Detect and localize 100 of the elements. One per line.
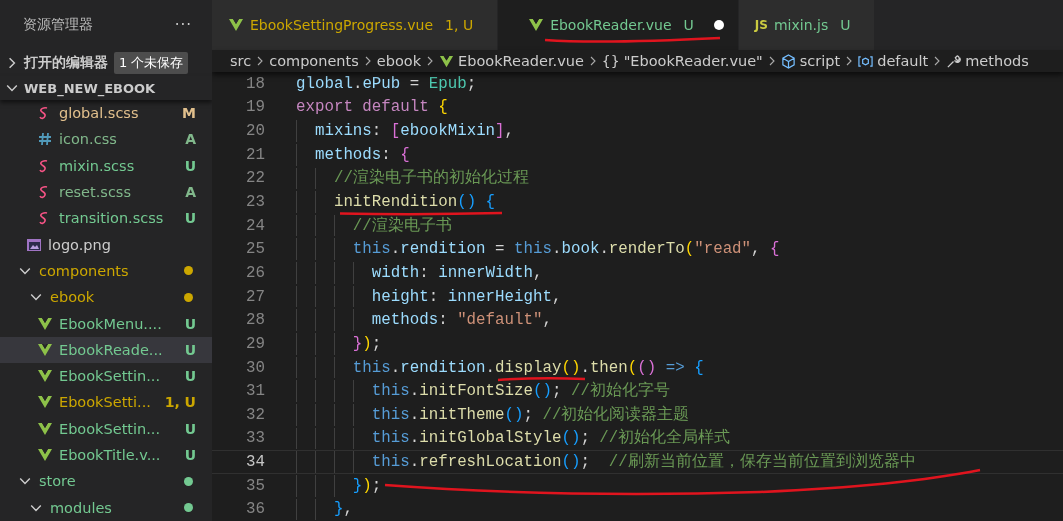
line-number: 34 — [245, 453, 265, 472]
line-number: 33 — [245, 429, 265, 448]
code-token: "default" — [457, 311, 543, 330]
code-token: : — [419, 263, 430, 282]
code-token: : — [371, 122, 383, 141]
line-number: 27 — [245, 287, 265, 306]
vue-icon — [228, 17, 244, 33]
code-token: ; — [580, 453, 590, 472]
code-token: : — [381, 145, 392, 164]
tree-item[interactable]: EbookSetti... 1, U — [0, 389, 212, 416]
open-editors-header[interactable]: 打开的编辑器 1 个未保存 — [0, 50, 212, 76]
tree-item[interactable]: EbookTitle.v... U — [0, 441, 212, 469]
code-token: () — [561, 453, 581, 472]
code-token: methods — [314, 145, 382, 164]
code-token: ; — [466, 74, 477, 93]
code-token: methods — [371, 311, 439, 330]
code-token: ( — [684, 240, 695, 259]
code-token: ) — [362, 476, 372, 495]
code-token: //初始化全局样式 — [598, 429, 731, 448]
code-token: . — [409, 382, 420, 401]
unsaved-dot-icon[interactable] — [713, 20, 724, 30]
image-icon — [26, 236, 42, 253]
breadcrumb-item[interactable]: script — [799, 53, 841, 69]
git-status: U — [184, 315, 196, 332]
breadcrumb-item[interactable]: default — [877, 53, 929, 69]
tree-item[interactable]: ebook — [0, 284, 212, 311]
line-number: 28 — [245, 311, 265, 330]
line-number: 30 — [245, 358, 265, 377]
code-token: , — [343, 500, 353, 519]
tree-item[interactable]: transition.scss U — [0, 205, 212, 232]
code-token: ) — [362, 334, 372, 353]
code-token: innerHeight — [447, 287, 552, 306]
code-token: //初始化阅读器主题 — [541, 405, 690, 424]
tree-item[interactable]: logo.png — [0, 231, 212, 258]
breadcrumb-item[interactable]: methods — [965, 53, 1029, 69]
git-status: U — [184, 368, 196, 385]
tree-item[interactable]: EbookReade... U — [0, 336, 212, 363]
js-icon: JS — [754, 18, 768, 32]
vue-icon — [528, 17, 545, 33]
line-number: 22 — [245, 169, 265, 188]
git-status: U — [184, 341, 196, 358]
tree-item[interactable]: components — [0, 257, 212, 285]
line-number: 32 — [245, 405, 265, 424]
variable-icon — [858, 53, 874, 69]
tree-item[interactable]: store — [0, 468, 212, 495]
code-token: //初始化字号 — [569, 382, 670, 401]
code-token: ; — [580, 429, 590, 448]
editor-tab[interactable]: EbookSettingProgress.vue 1, U — [212, 0, 499, 50]
git-status: A — [185, 184, 196, 201]
tree-item[interactable]: icon.css A — [0, 126, 212, 153]
code-token: () { — [457, 193, 496, 211]
code-token: this — [371, 405, 410, 424]
more-actions-button[interactable]: ··· — [174, 16, 192, 34]
tree-item[interactable]: global.scss M — [0, 100, 212, 127]
line-number: 23 — [245, 193, 265, 211]
code-token: rendition — [400, 358, 486, 377]
tree-item[interactable]: EbookSettin... U — [0, 362, 212, 390]
tree-item[interactable]: EbookMenu.... U — [0, 310, 212, 337]
code-token: global — [296, 74, 353, 93]
code-token: . — [485, 358, 496, 377]
code-token: //渲染电子书 — [352, 216, 452, 235]
code-token: . — [390, 240, 401, 259]
line-number: 19 — [245, 98, 265, 117]
code-token: this — [352, 240, 391, 259]
line-number: 36 — [245, 500, 265, 519]
vue-icon — [439, 53, 455, 69]
code-token: , — [533, 263, 543, 282]
breadcrumb-item[interactable]: ebook — [376, 53, 422, 69]
breadcrumb-item[interactable]: EbookReader.vue — [458, 53, 584, 69]
git-status: U — [184, 157, 196, 174]
code-token: "read" — [694, 240, 752, 259]
breadcrumb-item[interactable]: src — [230, 53, 252, 69]
code-token: height — [371, 287, 429, 306]
editor-tab[interactable]: JS mixin.js U — [738, 0, 876, 50]
git-status: U — [840, 17, 851, 33]
tree-item[interactable]: reset.scss A — [0, 178, 212, 206]
code-token: then — [589, 358, 628, 377]
code-token: initRendition — [333, 193, 458, 211]
tree-item[interactable]: EbookSettin... U — [0, 415, 212, 442]
code-token: book — [561, 240, 600, 259]
code-token: ; — [551, 382, 562, 401]
code-token: this — [514, 240, 552, 259]
breadcrumb-item[interactable]: components — [269, 53, 359, 69]
tree-item[interactable]: mixin.scss U — [0, 152, 212, 179]
editor-tab[interactable]: EbookReader.vue U — [498, 0, 739, 50]
tree-item[interactable]: modules — [0, 494, 212, 521]
code-token: } — [352, 476, 363, 495]
code-token: //刷新当前位置，保存当前位置到浏览器中 — [607, 453, 916, 472]
code-token: => — [664, 358, 686, 377]
code-token: export default — [296, 98, 430, 117]
wrench-icon — [946, 53, 962, 69]
code-token: { — [400, 145, 410, 164]
code-token: , — [551, 287, 562, 306]
code-token: = — [408, 74, 421, 93]
code-token: () — [561, 429, 581, 448]
git-status: U — [184, 210, 196, 227]
project-header[interactable]: WEB_NEW_EBOOK — [0, 76, 212, 100]
code-token: , — [504, 122, 515, 141]
code-token: this — [352, 358, 391, 377]
breadcrumb-item[interactable]: "EbookReader.vue" — [623, 53, 763, 69]
